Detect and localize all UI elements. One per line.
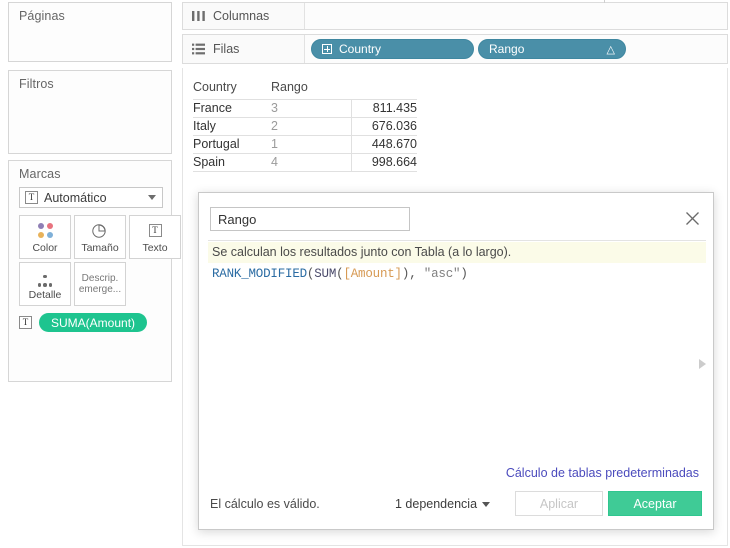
left-sidebar: Páginas Filtros Marcas T Automático Colo…: [0, 0, 181, 548]
formula-editor[interactable]: Se calculan los resultados junto con Tab…: [208, 242, 706, 463]
cell-amount: 998.664: [350, 153, 417, 172]
formula-string-arg: "asc": [423, 266, 461, 281]
columns-icon: [192, 10, 205, 22]
marks-size-label: Tamaño: [81, 241, 119, 254]
columns-shelf-label-wrap: Columnas: [183, 3, 305, 29]
formula-close-paren: ): [460, 266, 468, 281]
cell-amount: 448.670: [350, 135, 417, 154]
marks-measure-pill[interactable]: SUMA(Amount): [39, 313, 148, 332]
marks-color-button[interactable]: Color: [19, 215, 71, 259]
table-row[interactable]: Spain 4 998.664: [193, 153, 417, 172]
table-header-row: Country Rango: [193, 80, 417, 100]
columns-label: Columnas: [213, 9, 270, 23]
columns-shelf[interactable]: Columnas: [182, 2, 728, 30]
formula-comma: ,: [409, 266, 424, 281]
dependency-label: 1 dependencia: [395, 497, 478, 511]
marks-type-value: Automático: [44, 190, 107, 205]
formula-field-token: [Amount]: [343, 266, 402, 281]
column-header-country[interactable]: Country: [193, 80, 271, 100]
pages-shelf-label: Páginas: [19, 9, 65, 23]
pill-country[interactable]: Country: [311, 39, 474, 59]
text-t-icon: T: [148, 220, 162, 242]
filters-shelf-label: Filtros: [19, 77, 54, 91]
default-table-calculation-link[interactable]: Cálculo de tablas predeterminadas: [506, 466, 699, 480]
calculated-field-dialog: Se calculan los resultados junto con Tab…: [198, 192, 714, 530]
cell-amount: 676.036: [350, 117, 417, 136]
cell-rango: 1: [271, 135, 351, 154]
cell-country: Italy: [193, 117, 271, 136]
cell-rango: 4: [271, 153, 351, 172]
cell-country: Portugal: [193, 135, 271, 154]
cell-rango: 2: [271, 117, 351, 136]
table-calc-delta-icon: △: [606, 43, 615, 56]
filters-shelf[interactable]: Filtros: [8, 70, 172, 154]
text-t-icon: T: [19, 316, 32, 329]
apply-button[interactable]: Aplicar: [515, 491, 603, 516]
dialog-footer: El cálculo es válido. 1 dependencia Apli…: [199, 485, 713, 529]
rows-icon: [192, 43, 205, 55]
marks-size-button[interactable]: Tamaño: [74, 215, 126, 259]
pages-shelf[interactable]: Páginas: [8, 2, 172, 62]
panel-divider: [604, 0, 605, 3]
dependency-dropdown[interactable]: 1 dependencia: [395, 497, 491, 511]
marks-card-label: Marcas: [19, 167, 61, 181]
text-mark-icon: T: [25, 191, 38, 204]
dialog-divider: [208, 240, 706, 241]
table-row[interactable]: Portugal 1 448.670: [193, 135, 417, 154]
rows-label: Filas: [213, 42, 240, 56]
cell-country: Spain: [193, 153, 271, 172]
ok-button[interactable]: Aceptar: [608, 491, 702, 516]
cell-rango: 3: [271, 99, 351, 118]
marks-tooltip-button[interactable]: Descrip. emerge...: [74, 262, 126, 306]
cell-amount: 811.435: [350, 99, 417, 118]
data-table: Country Rango France 3 811.435 Italy 2 6…: [193, 80, 417, 172]
pill-rango[interactable]: Rango △: [478, 39, 626, 59]
table-row[interactable]: France 3 811.435: [193, 99, 417, 118]
marks-detail-label: Detalle: [28, 288, 62, 301]
formula-agg-token: SUM: [314, 266, 337, 281]
chevron-down-icon: [482, 501, 491, 507]
marks-type-dropdown[interactable]: T Automático: [19, 187, 163, 208]
marks-text-label: Texto: [142, 241, 168, 254]
formula-expression[interactable]: RANK_MODIFIED(SUM([Amount]), "asc"): [208, 263, 706, 286]
detail-dots-icon: [37, 267, 53, 289]
marks-color-label: Color: [32, 241, 58, 254]
calculation-scope-note: Se calculan los resultados junto con Tab…: [208, 242, 706, 263]
calculation-name-input[interactable]: [210, 207, 410, 231]
tableau-worksheet: Páginas Filtros Marcas T Automático Colo…: [0, 0, 730, 548]
rows-shelf-label-wrap: Filas: [183, 35, 305, 63]
cell-country: France: [193, 99, 271, 118]
marks-detail-button[interactable]: Detalle: [19, 262, 71, 306]
pill-country-label: Country: [339, 42, 382, 56]
rows-shelf[interactable]: Filas Country Rango △: [182, 34, 728, 64]
column-header-value: [351, 80, 417, 100]
formula-function-token: RANK_MODIFIED: [212, 266, 307, 281]
expand-right-arrow-icon[interactable]: [697, 358, 707, 370]
rows-dropzone[interactable]: Country Rango △: [305, 35, 727, 63]
close-icon[interactable]: [681, 207, 703, 229]
size-circle-icon: [90, 220, 110, 242]
column-header-rango[interactable]: Rango: [271, 80, 351, 100]
pill-rango-label: Rango: [489, 42, 525, 56]
marks-text-button[interactable]: T Texto: [129, 215, 181, 259]
chevron-down-icon: [148, 195, 156, 200]
calculation-status-text: El cálculo es válido.: [210, 497, 320, 511]
hierarchy-plus-icon[interactable]: [322, 44, 332, 54]
marks-tooltip-label: Descrip. emerge...: [78, 272, 122, 295]
marks-card: Marcas T Automático Color Tamaño T Texto…: [8, 160, 181, 382]
color-dots-icon: [37, 220, 53, 242]
table-row[interactable]: Italy 2 676.036: [193, 117, 417, 136]
columns-dropzone[interactable]: [305, 3, 727, 29]
marks-field-row: T SUMA(Amount): [19, 313, 148, 332]
